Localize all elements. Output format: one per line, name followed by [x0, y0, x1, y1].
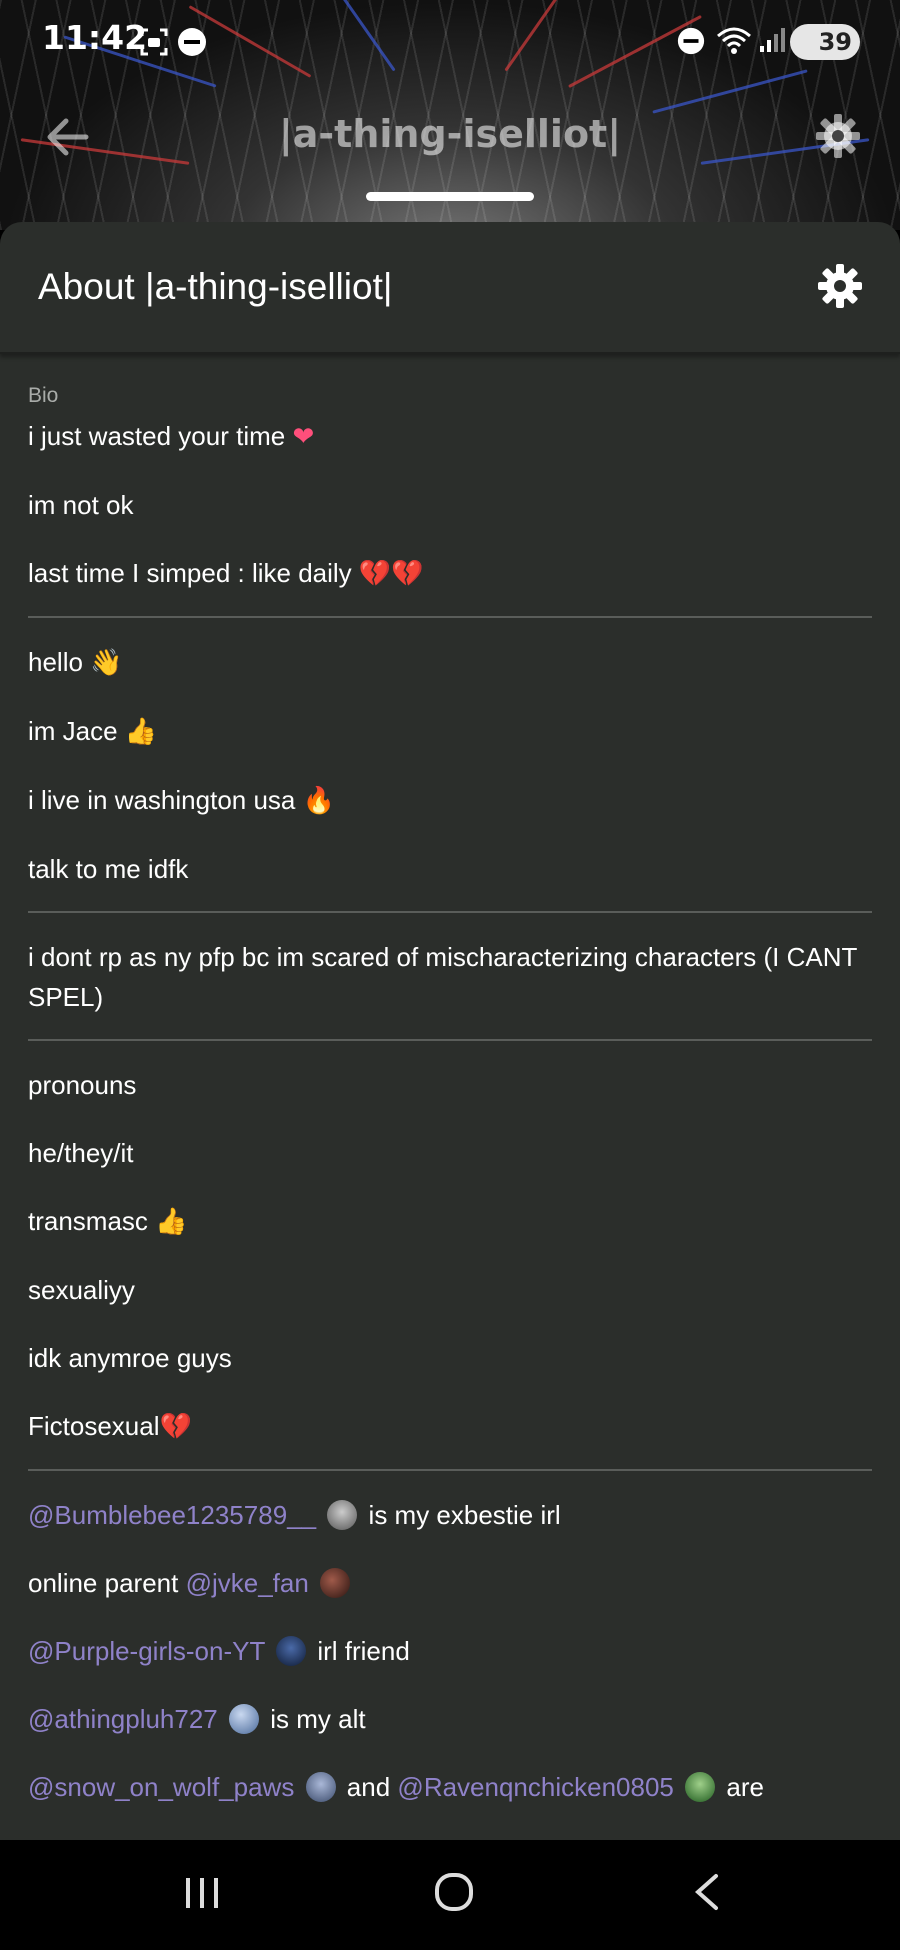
back-icon[interactable]	[686, 1870, 730, 1914]
mention-link[interactable]: @Ravenqnchicken0805	[397, 1772, 673, 1802]
do-not-disturb-icon-right	[677, 27, 705, 55]
about-sheet: About |a-thing-iselliot| Bio i just wast…	[0, 222, 900, 1840]
home-icon[interactable]	[432, 1870, 476, 1914]
bio-line: talk to me idfk	[28, 854, 189, 884]
friend-line: @snow_on_wolf_paws and @Ravenqnchicken08…	[28, 1772, 764, 1802]
top-nav: |a-thing-iselliot|	[0, 100, 900, 180]
friend-line: @athingpluh727 is my alt	[28, 1704, 366, 1734]
broken-heart-emoji-icon: 💔💔	[358, 559, 424, 589]
divider	[28, 911, 872, 913]
friend-line: @Bumblebee1235789__ is my exbestie irl	[28, 1500, 561, 1530]
battery-indicator: 39	[790, 24, 860, 60]
status-time: 11:42	[42, 18, 148, 57]
divider	[28, 1469, 872, 1471]
settings-gear-icon[interactable]	[814, 112, 862, 160]
bio-line: pronouns	[28, 1070, 137, 1100]
heart-emoji-icon: ❤	[292, 422, 315, 452]
mention-link[interactable]: @snow_on_wolf_paws	[28, 1772, 294, 1802]
wifi-icon	[717, 27, 751, 54]
sheet-settings-gear-icon[interactable]	[816, 262, 864, 310]
profile-username-title: |a-thing-iselliot|	[278, 112, 622, 156]
bio-content: Bio i just wasted your time ❤ im not ok …	[0, 354, 900, 1807]
friend-line: @Purple-girls-on-YT irl friend	[28, 1636, 410, 1666]
bio-line: i just wasted your time ❤	[28, 421, 315, 452]
bio-line: last time I simped : like daily 💔💔	[28, 558, 424, 589]
bio-line: transmasc 👍	[28, 1206, 188, 1237]
avatar[interactable]	[327, 1500, 358, 1530]
avatar[interactable]	[320, 1568, 351, 1598]
mention-link[interactable]: @jvke_fan	[186, 1568, 309, 1598]
divider	[28, 1039, 872, 1041]
avatar[interactable]	[229, 1704, 260, 1734]
bio-line: idk anymroe guys	[28, 1343, 232, 1373]
mention-link[interactable]: @Bumblebee1235789__	[28, 1500, 316, 1530]
bio-line: im Jace 👍	[28, 716, 158, 747]
avatar[interactable]	[305, 1772, 336, 1802]
bio-line: i dont rp as ny pfp bc im scared of misc…	[28, 942, 857, 1012]
mention-link[interactable]: @Purple-girls-on-YT	[28, 1636, 265, 1666]
thumbs-up-emoji-icon: 👍	[155, 1207, 188, 1237]
signal-icon	[760, 28, 785, 52]
thumbs-up-emoji-icon: 👍	[124, 717, 158, 747]
system-nav-bar	[0, 1840, 900, 1950]
waving-hand-emoji-icon: 👋	[90, 648, 123, 678]
divider	[28, 616, 872, 618]
fire-emoji-icon: 🔥	[302, 786, 335, 816]
do-not-disturb-icon	[178, 28, 206, 56]
bio-line: sexualiyy	[28, 1275, 135, 1305]
mention-link[interactable]: @athingpluh727	[28, 1704, 218, 1734]
bio-line: im not ok	[28, 490, 134, 520]
recent-apps-icon[interactable]	[180, 1870, 224, 1914]
bio-line: he/they/it	[28, 1138, 134, 1168]
sheet-title: About |a-thing-iselliot|	[38, 266, 393, 307]
broken-heart-emoji-icon: 💔	[159, 1412, 192, 1442]
avatar[interactable]	[276, 1636, 307, 1666]
avatar[interactable]	[685, 1772, 716, 1802]
screenshot-icon	[140, 28, 168, 56]
friend-line: online parent @jvke_fan	[28, 1563, 872, 1603]
bio-line: i live in washington usa 🔥	[28, 785, 335, 816]
bio-label: Bio	[28, 384, 59, 407]
sheet-drag-handle[interactable]	[366, 192, 534, 201]
bio-line: hello 👋	[28, 647, 123, 678]
status-bar: 11:42 39	[0, 0, 900, 84]
battery-level: 39	[818, 28, 852, 56]
bio-line: Fictosexual💔	[28, 1411, 192, 1442]
sheet-header: About |a-thing-iselliot|	[0, 222, 900, 354]
